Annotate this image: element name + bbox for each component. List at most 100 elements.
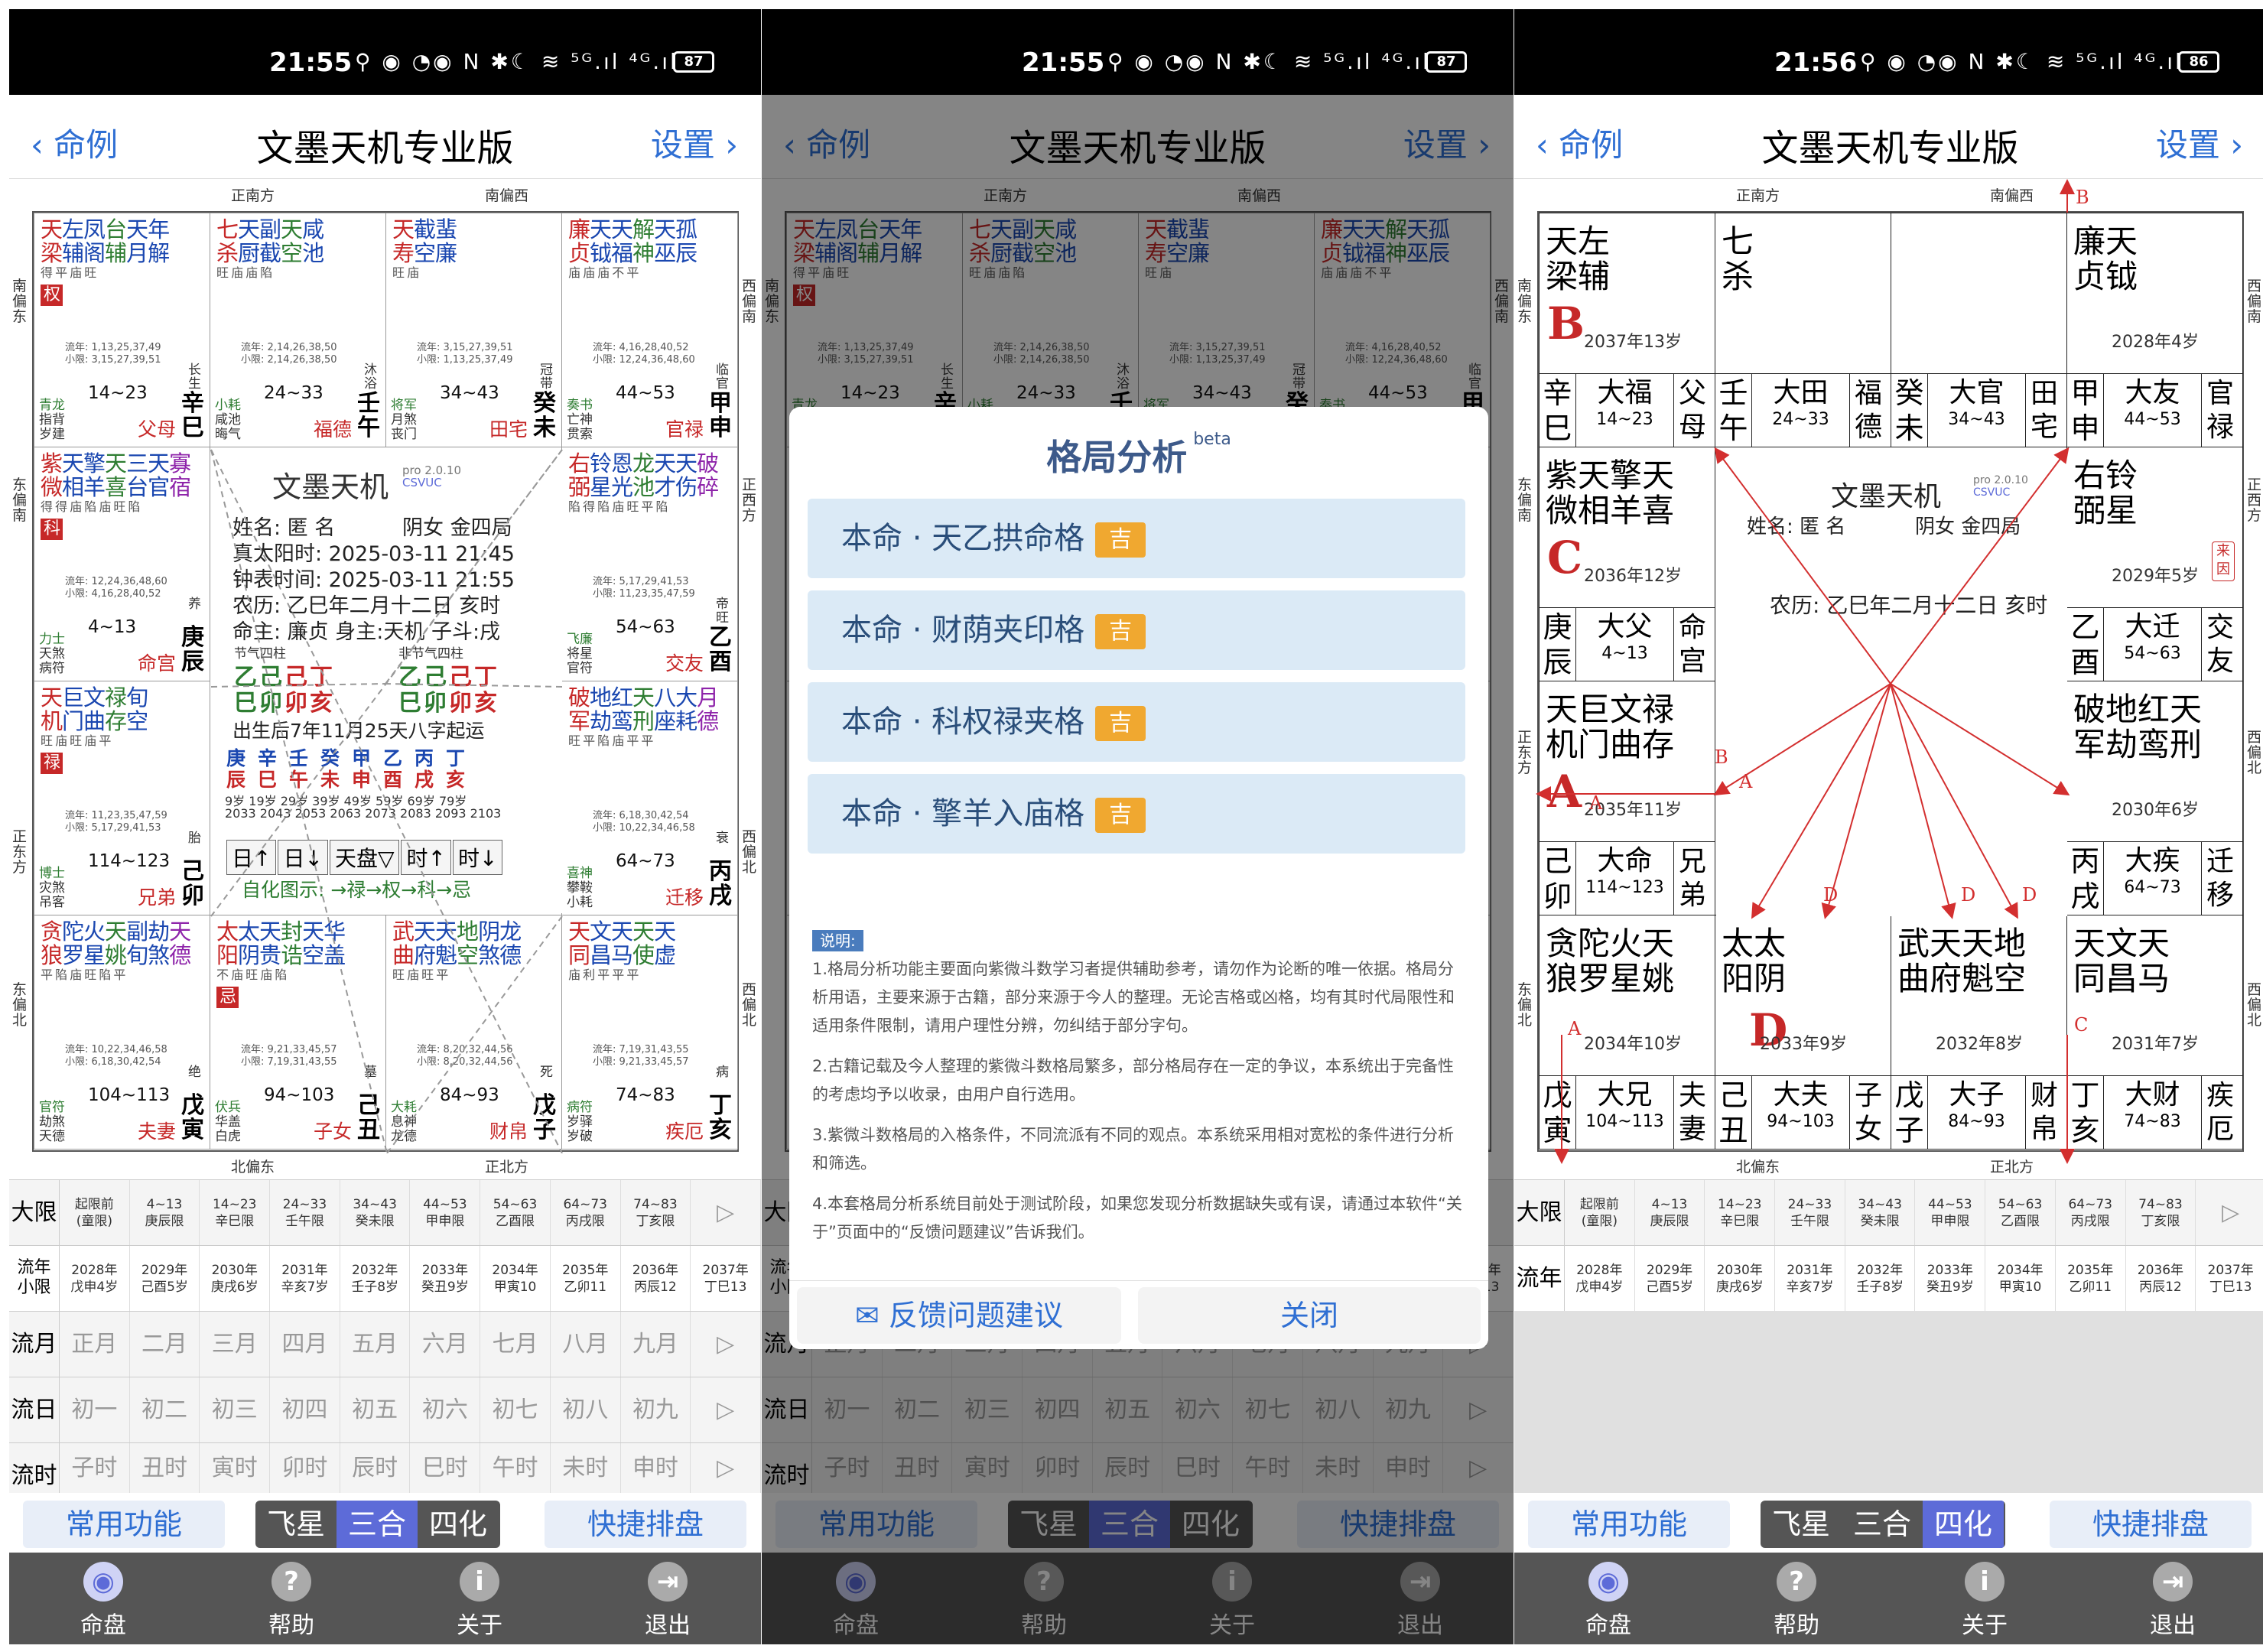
hour-down-button[interactable]: 时↓ — [452, 840, 503, 875]
palace-cell[interactable]: 天巨文禄旬机门曲存空旺 庙 旺 庙 平禄流年: 11,23,35,47,59小限… — [34, 681, 210, 915]
palace-cell[interactable]: 紫天擎天三天寡微相羊喜台官宿得 得 庙 陷 庙 旺 陷科流年: 12,24,36… — [34, 447, 210, 681]
row-cell[interactable]: 起限前 (童限) — [60, 1180, 130, 1246]
row-cell[interactable]: 2037年 丁巳13 — [2196, 1246, 2263, 1312]
next-page-button[interactable]: ▷ — [691, 1377, 761, 1443]
row-cell[interactable]: 24~33 壬午限 — [270, 1180, 340, 1246]
palace-cell[interactable]: 天左 梁辅 B 2037年13岁辛 巳大福 14~23 父 母 — [1539, 213, 1715, 447]
row-cell[interactable]: 辰时 — [340, 1443, 411, 1494]
ziwei-chart[interactable]: 正南方 南偏西 北偏东 正北方 南偏东 东偏南 正东方 东偏北 西偏南 正西方 … — [9, 179, 761, 1179]
mode-feixing[interactable]: 飞星 — [255, 1501, 337, 1548]
tab-about[interactable]: i 关于 — [385, 1553, 574, 1644]
row-cell[interactable]: 未时 — [551, 1443, 621, 1494]
row-cell[interactable]: 初七 — [480, 1377, 551, 1443]
row-cell[interactable]: 2033年 癸丑9岁 — [1916, 1246, 1986, 1312]
mode-sanhe[interactable]: 三合 — [337, 1501, 418, 1548]
row-cell[interactable]: 54~63 乙酉限 — [480, 1180, 551, 1246]
day-down-button[interactable]: 日↓ — [278, 840, 328, 875]
row-cell[interactable]: 二月 — [130, 1312, 200, 1377]
row-cell[interactable]: 正月 — [60, 1312, 130, 1377]
row-cell[interactable]: 34~43 癸未限 — [1845, 1180, 1916, 1246]
sanhe-chart[interactable]: 正南方 南偏西 北偏东 正北方 南偏东 东偏南 正东方 东偏北 西偏南 正西方 … — [1514, 179, 2263, 1179]
row-cell[interactable]: 初八 — [551, 1377, 621, 1443]
next-page-button[interactable]: ▷ — [691, 1443, 761, 1494]
palace-cell[interactable]: 七 杀壬 午大田 24~33 福 德 — [1715, 213, 1891, 447]
tab-mingpan[interactable]: ◉ 命盘 — [9, 1553, 197, 1644]
feedback-button[interactable]: ✉ 反馈问题建议 — [797, 1287, 1121, 1344]
palace-cell[interactable]: 七天副天咸 杀厨截空池旺 庙 庙 陷流年: 2,14,26,38,50 小限: 2,… — [210, 213, 386, 447]
row-cell[interactable]: 午时 — [480, 1443, 551, 1494]
tab-help[interactable]: ? 帮助 — [1702, 1553, 1891, 1644]
day-up-button[interactable]: 日↑ — [226, 840, 277, 875]
next-page-button[interactable]: ▷ — [691, 1180, 761, 1246]
row-cell[interactable]: 巳时 — [411, 1443, 481, 1494]
row-cell[interactable]: 四月 — [270, 1312, 340, 1377]
palace-cell[interactable]: 癸 未大官 34~43 田 宅 — [1891, 213, 2067, 447]
palace-cell[interactable]: 紫天擎天 微相羊喜 C 2036年12岁庚 辰大父 4~13 命 宫 — [1539, 447, 1715, 681]
row-cell[interactable]: 初二 — [130, 1377, 200, 1443]
palace-cell[interactable]: 武天天地阴龙曲府魁空煞德旺 庙 旺 平流年: 8,20,32,44,56小限: … — [385, 915, 562, 1150]
palace-cell[interactable]: 贪陀火天 狼罗星姚 2034年10岁戊 寅大兄 104~113 夫 妻 — [1539, 915, 1715, 1150]
row-cell[interactable]: 54~63 乙酉限 — [1985, 1180, 2056, 1246]
row-cell[interactable]: 2033年 癸丑9岁 — [411, 1246, 481, 1312]
palace-cell[interactable]: 天文天 同昌马 2031年7岁丁 亥大财 74~83 疾 厄 — [2066, 915, 2243, 1150]
row-cell[interactable]: 14~23 辛巳限 — [200, 1180, 271, 1246]
row-cell[interactable]: 初一 — [60, 1377, 130, 1443]
row-cell[interactable]: 起限前 (童限) — [1565, 1180, 1635, 1246]
palace-cell[interactable]: 廉天 贞钺 2028年4岁甲 申大友 44~53 官 禄 — [2066, 213, 2243, 447]
palace-cell[interactable]: 天文天天天同昌马使虚庙 利 平 平 平流年: 7,19,31,43,55小限: … — [561, 915, 738, 1150]
mode-sihua[interactable]: 四化 — [1923, 1501, 2004, 1548]
hour-up-button[interactable]: 时↑ — [401, 840, 451, 875]
row-cell[interactable]: 子时 — [60, 1443, 130, 1494]
row-cell[interactable]: 24~33 壬午限 — [1775, 1180, 1845, 1246]
row-cell[interactable]: 初五 — [340, 1377, 411, 1443]
row-cell[interactable]: 2037年 丁巳13 — [691, 1246, 761, 1312]
pattern-item[interactable]: 本命 · 科权禄夹格吉 — [808, 682, 1465, 762]
row-cell[interactable]: 2028年 戊申4岁 — [60, 1246, 130, 1312]
row-cell[interactable]: 64~73 丙戌限 — [2056, 1180, 2126, 1246]
next-page-button[interactable]: ▷ — [2196, 1180, 2263, 1246]
row-cell[interactable]: 34~43 癸未限 — [340, 1180, 411, 1246]
row-cell[interactable]: 初四 — [270, 1377, 340, 1443]
palace-cell[interactable]: 太太 阳阴 D 2033年9岁己 丑大夫 94~103 子 女 — [1715, 915, 1891, 1150]
row-cell[interactable]: 2029年 己酉5岁 — [130, 1246, 200, 1312]
row-cell[interactable]: 六月 — [411, 1312, 481, 1377]
palace-cell[interactable]: 廉天天解天孤 贞钺福神巫辰庙 庙 庙 不 平流年: 4,16,28,40,52 小限… — [561, 213, 738, 447]
row-cell[interactable]: 64~73 丙戌限 — [551, 1180, 621, 1246]
row-cell[interactable]: 八月 — [551, 1312, 621, 1377]
row-cell[interactable]: 初三 — [200, 1377, 271, 1443]
row-cell[interactable]: 2032年 壬子8岁 — [340, 1246, 411, 1312]
tab-exit[interactable]: ⇥ 退出 — [574, 1553, 761, 1644]
row-cell[interactable]: 4~13 庚辰限 — [130, 1180, 200, 1246]
row-cell[interactable]: 2030年 庚戌6岁 — [1705, 1246, 1776, 1312]
row-cell[interactable]: 五月 — [340, 1312, 411, 1377]
row-cell[interactable]: 2032年 壬子8岁 — [1845, 1246, 1916, 1312]
tianpan-button[interactable]: 天盘▽ — [329, 840, 400, 875]
row-cell[interactable]: 2031年 辛亥7岁 — [1775, 1246, 1845, 1312]
row-cell[interactable]: 2036年 丙辰12 — [2126, 1246, 2196, 1312]
row-cell[interactable]: 2035年 乙卯11 — [551, 1246, 621, 1312]
close-button[interactable]: 关闭 — [1138, 1287, 1481, 1344]
mode-feixing[interactable]: 飞星 — [1761, 1501, 1842, 1548]
palace-cell[interactable]: 天巨文禄 机门曲存 A 2035年11岁己 卯大命 114~123 兄 弟 — [1539, 681, 1715, 915]
palace-cell[interactable]: 太太天封天华阳阴贵诰空盖不 庙 旺 庙 陷忌流年: 9,21,33,45,57小… — [210, 915, 386, 1150]
row-cell[interactable]: 寅时 — [200, 1443, 271, 1494]
quick-chart-button[interactable]: 快捷排盘 — [2050, 1501, 2252, 1548]
settings-button[interactable]: 设置 › — [651, 119, 738, 166]
tab-about[interactable]: i 关于 — [1891, 1553, 2079, 1644]
row-cell[interactable]: 2034年 甲寅10 — [1985, 1246, 2056, 1312]
pattern-item[interactable]: 本命 · 财荫夹印格吉 — [808, 590, 1465, 670]
settings-button[interactable]: 设置 › — [2156, 119, 2243, 166]
pattern-item[interactable]: 本命 · 天乙拱命格吉 — [808, 499, 1465, 578]
row-cell[interactable]: 九月 — [621, 1312, 691, 1377]
row-cell[interactable]: 七月 — [480, 1312, 551, 1377]
palace-cell[interactable]: 天左凤台天年 梁辅阁辅月解得 平 庙 旺权流年: 1,13,25,37,49 小限:… — [34, 213, 210, 447]
palace-cell[interactable]: 天截蜚 寿空廉旺 庙流年: 3,15,27,39,51 小限: 1,13,25,37… — [385, 213, 562, 447]
row-cell[interactable]: 初九 — [621, 1377, 691, 1443]
row-cell[interactable]: 丑时 — [130, 1443, 200, 1494]
common-functions-button[interactable]: 常用功能 — [1528, 1501, 1730, 1548]
palace-cell[interactable]: 破地红天八大月军劫鸾刑座耗德旺 平 陷 庙 平 平流年: 6,18,30,42,… — [561, 681, 738, 915]
row-cell[interactable]: 74~83 丁亥限 — [2126, 1180, 2196, 1246]
row-cell[interactable]: 44~53 甲申限 — [1916, 1180, 1986, 1246]
tab-mingpan[interactable]: ◉ 命盘 — [1514, 1553, 1702, 1644]
row-cell[interactable]: 2031年 辛亥7岁 — [270, 1246, 340, 1312]
